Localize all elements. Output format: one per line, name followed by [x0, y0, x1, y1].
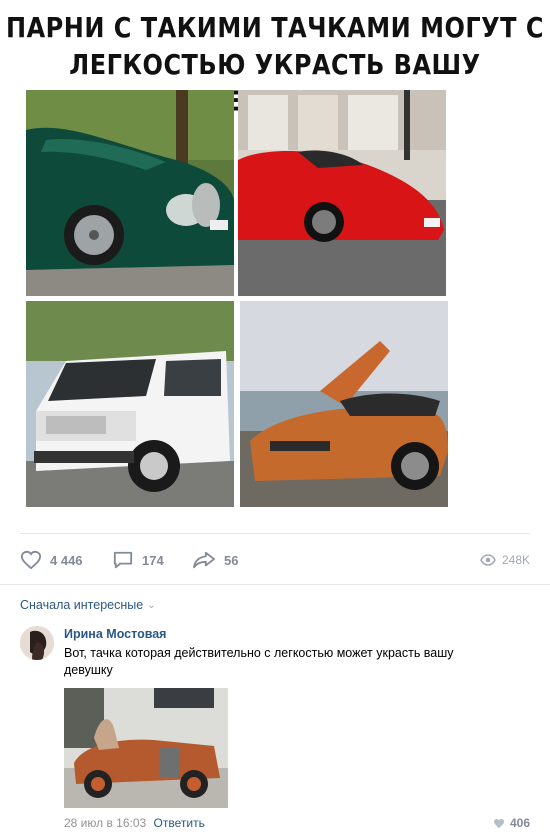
white-van-photo[interactable]: [26, 301, 234, 507]
heart-icon: [20, 550, 42, 570]
headline-line-1: ПАРНИ С ТАКИМИ ТАЧКАМИ МОГУТ С: [6, 11, 544, 44]
reply-link[interactable]: Ответить: [154, 816, 205, 830]
share-icon: [193, 551, 215, 569]
sort-label: Сначала интересные: [20, 598, 144, 612]
heart-icon: [493, 818, 504, 828]
orange-bmw-i8-photo[interactable]: [240, 301, 448, 507]
red-ferrari-photo[interactable]: [238, 90, 446, 296]
views-count: 248K: [501, 553, 530, 567]
comment-icon: [113, 551, 133, 569]
comment-like-button[interactable]: 406: [493, 816, 530, 830]
comment-count: 174: [142, 552, 164, 568]
comments-sort-dropdown[interactable]: Сначала интересные ⌄: [20, 598, 156, 612]
comment-date[interactable]: 28 июл в 16:03: [64, 816, 146, 830]
post-divider: [20, 533, 530, 534]
comment-like-count: 406: [509, 816, 530, 830]
eye-icon: [480, 554, 496, 566]
share-count: 56: [224, 552, 239, 568]
comment-text: Вот, тачка которая действительно с легко…: [64, 646, 454, 677]
green-bentley-photo[interactable]: [26, 90, 234, 296]
avatar[interactable]: [20, 626, 54, 660]
share-button[interactable]: 56: [192, 546, 238, 574]
comment-author[interactable]: Ирина Мостовая: [64, 627, 166, 641]
like-button[interactable]: 4 446: [20, 546, 83, 574]
comment-photo-vintage-car[interactable]: [64, 688, 228, 808]
comment-button[interactable]: 174: [112, 546, 164, 574]
views-counter: 248K: [480, 546, 530, 574]
post-actions: 4 446 174 56 248K: [20, 546, 530, 574]
comment-meta: 28 июл в 16:03 Ответить: [64, 816, 205, 830]
chevron-down-icon: ⌄: [147, 599, 156, 611]
post-headline: ПАРНИ С ТАКИМИ ТАЧКАМИ МОГУТ С ЛЕГКОСТЬЮ…: [0, 0, 550, 118]
like-count: 4 446: [50, 552, 83, 568]
section-separator: [0, 584, 550, 585]
